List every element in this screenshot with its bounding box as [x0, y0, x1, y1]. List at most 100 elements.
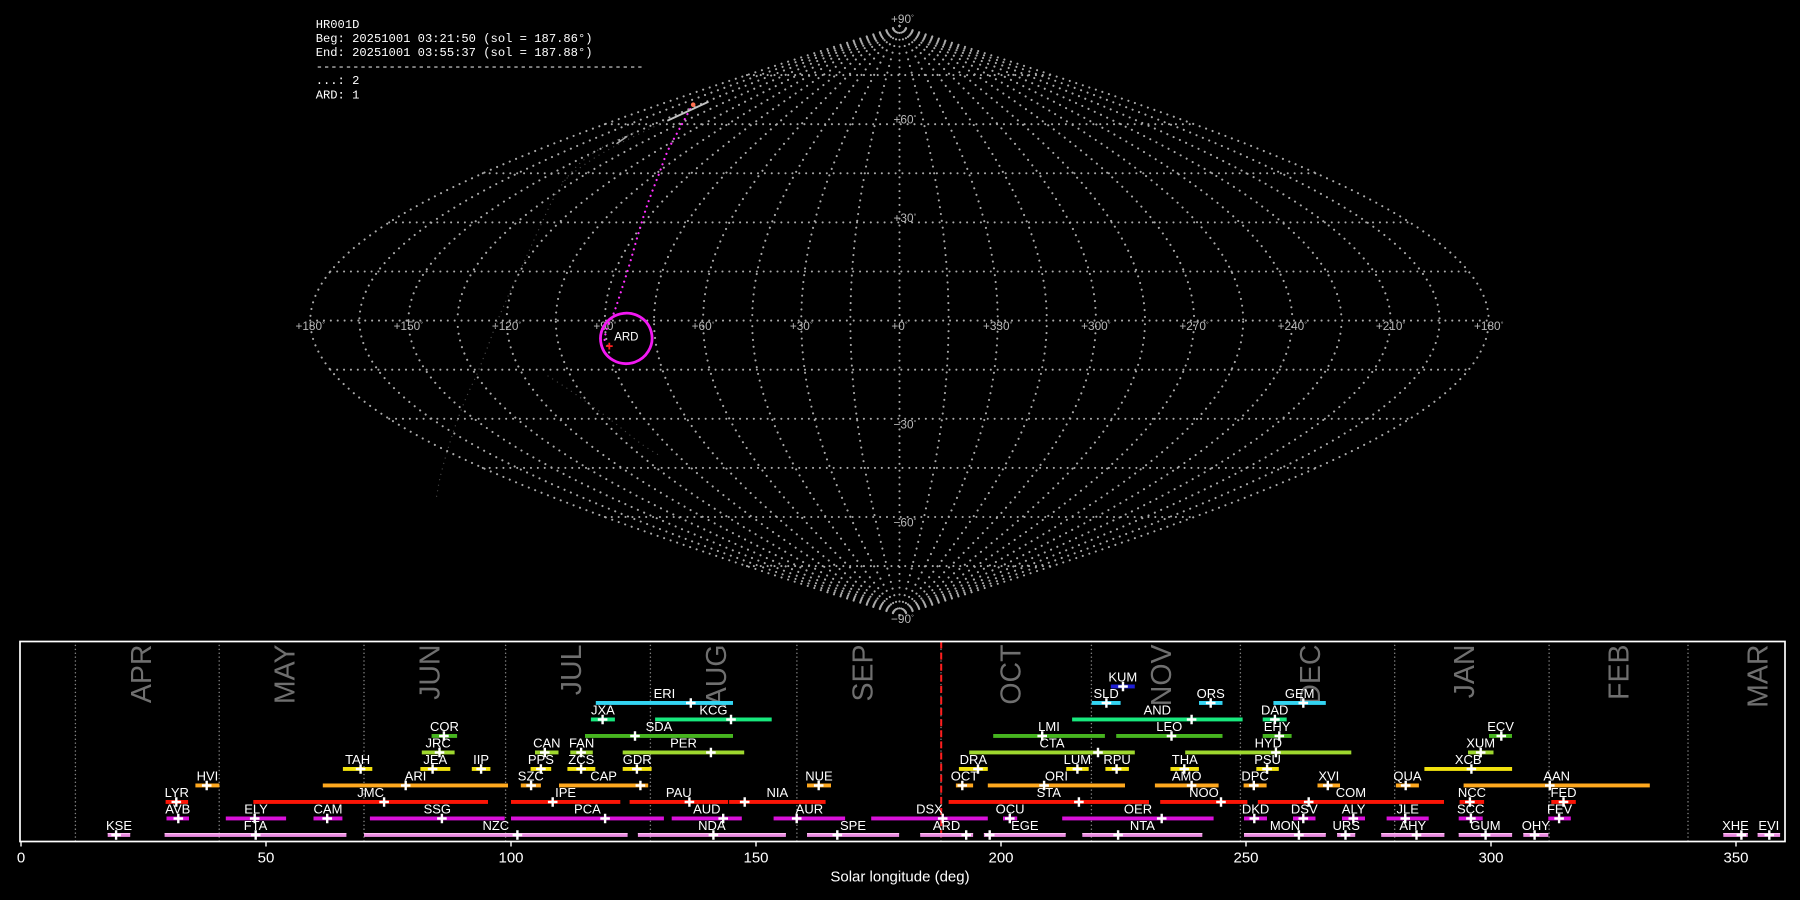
svg-text:EHY: EHY — [1264, 719, 1291, 734]
svg-text:NOV: NOV — [1146, 645, 1178, 707]
svg-text:NUE: NUE — [805, 768, 833, 783]
svg-text:ARD: ARD — [933, 818, 960, 833]
svg-text:OCT: OCT — [996, 645, 1028, 705]
svg-text:DSV: DSV — [1291, 801, 1318, 816]
svg-text:XCB: XCB — [1455, 752, 1482, 767]
svg-text:+180°: +180° — [295, 319, 325, 333]
svg-text:JAN: JAN — [1449, 645, 1481, 699]
svg-text:SPE: SPE — [840, 818, 866, 833]
svg-text:DRA: DRA — [960, 752, 988, 767]
svg-text:GDR: GDR — [623, 752, 652, 767]
svg-text:300: 300 — [1478, 850, 1503, 867]
svg-text:STA: STA — [1037, 785, 1062, 800]
svg-text:0: 0 — [17, 850, 25, 867]
svg-text:JUL: JUL — [556, 645, 588, 696]
svg-text:+60°: +60° — [894, 113, 917, 127]
svg-text:JMC: JMC — [357, 785, 384, 800]
svg-text:250: 250 — [1233, 850, 1258, 867]
svg-text:PSU: PSU — [1254, 752, 1281, 767]
svg-text:OCT: OCT — [951, 768, 979, 783]
svg-text:APR: APR — [126, 645, 158, 704]
svg-text:ARD: 1: ARD: 1 — [316, 88, 360, 102]
svg-text:FEB: FEB — [1604, 645, 1636, 700]
svg-text:EVI: EVI — [1758, 818, 1779, 833]
svg-text:AHY: AHY — [1399, 818, 1426, 833]
svg-text:OCU: OCU — [996, 801, 1025, 816]
svg-text:SCC: SCC — [1457, 801, 1484, 816]
svg-text:JXA: JXA — [591, 702, 615, 717]
svg-text:NOO: NOO — [1189, 785, 1219, 800]
svg-text:+90°: +90° — [891, 12, 914, 26]
svg-text:ECV: ECV — [1487, 719, 1514, 734]
svg-text:CTA: CTA — [1039, 735, 1064, 750]
svg-text:AUD: AUD — [693, 801, 720, 816]
svg-text:350: 350 — [1723, 850, 1748, 867]
svg-text:MON: MON — [1270, 818, 1300, 833]
svg-text:DAD: DAD — [1261, 702, 1288, 717]
svg-text:100: 100 — [498, 850, 523, 867]
svg-text:SEP: SEP — [847, 645, 879, 702]
svg-text:+300°: +300° — [1081, 319, 1111, 333]
svg-text:AAN: AAN — [1543, 768, 1570, 783]
svg-text:+30°: +30° — [894, 211, 917, 225]
svg-text:150: 150 — [743, 850, 768, 867]
svg-text:------------------------------: ----------------------------------------… — [316, 60, 644, 74]
svg-text:GEM: GEM — [1285, 686, 1315, 701]
svg-text:−90°: −90° — [891, 612, 914, 626]
svg-text:FAN: FAN — [569, 735, 594, 750]
svg-text:MAR: MAR — [1743, 645, 1775, 708]
svg-text:AUG: AUG — [701, 645, 733, 707]
svg-text:DSX: DSX — [916, 801, 943, 816]
svg-text:+150°: +150° — [394, 319, 424, 333]
svg-text:SDA: SDA — [646, 719, 673, 734]
svg-text:ZCS: ZCS — [568, 752, 594, 767]
svg-text:FTA: FTA — [244, 818, 268, 833]
svg-text:MAY: MAY — [270, 645, 302, 705]
svg-text:PPS: PPS — [528, 752, 554, 767]
svg-text:LMI: LMI — [1038, 719, 1060, 734]
svg-text:JEA: JEA — [423, 752, 447, 767]
svg-text:CAP: CAP — [590, 768, 617, 783]
svg-text:PER: PER — [670, 735, 697, 750]
svg-text:+270°: +270° — [1179, 319, 1209, 333]
svg-text:PCA: PCA — [574, 801, 601, 816]
svg-text:DKD: DKD — [1242, 801, 1269, 816]
svg-text:+30°: +30° — [790, 319, 813, 333]
svg-text:Beg: 20251001 03:21:50 (sol =: Beg: 20251001 03:21:50 (sol = 187.86°) — [316, 32, 593, 46]
svg-text:+330°: +330° — [983, 319, 1013, 333]
svg-text:IIP: IIP — [473, 752, 489, 767]
svg-text:URS: URS — [1332, 818, 1360, 833]
svg-text:+240°: +240° — [1278, 319, 1308, 333]
svg-text:KUM: KUM — [1108, 669, 1137, 684]
svg-text:HR001D: HR001D — [316, 18, 360, 32]
svg-text:ORS: ORS — [1197, 686, 1226, 701]
svg-text:200: 200 — [988, 850, 1013, 867]
svg-text:FED: FED — [1551, 785, 1577, 800]
svg-text:TAH: TAH — [345, 752, 370, 767]
svg-text:JLE: JLE — [1396, 801, 1419, 816]
svg-text:+210°: +210° — [1376, 319, 1406, 333]
svg-text:Solar longitude (deg): Solar longitude (deg) — [830, 869, 969, 886]
svg-text:+180°: +180° — [1474, 319, 1504, 333]
svg-text:JRC: JRC — [426, 735, 451, 750]
svg-text:LYR: LYR — [165, 785, 189, 800]
svg-text:+120°: +120° — [492, 319, 522, 333]
svg-text:50: 50 — [258, 850, 275, 867]
svg-text:EGE: EGE — [1011, 818, 1039, 833]
svg-text:CAM: CAM — [314, 801, 343, 816]
svg-text:HVI: HVI — [197, 768, 219, 783]
svg-text:GUM: GUM — [1470, 818, 1500, 833]
svg-text:NCC: NCC — [1458, 785, 1486, 800]
svg-text:KSE: KSE — [106, 818, 132, 833]
svg-text:LUM: LUM — [1064, 752, 1091, 767]
svg-text:NTA: NTA — [1130, 818, 1155, 833]
svg-text:FEV: FEV — [1547, 801, 1573, 816]
svg-text:COM: COM — [1336, 785, 1366, 800]
svg-text:RPU: RPU — [1103, 752, 1130, 767]
svg-text:CAN: CAN — [533, 735, 560, 750]
svg-text:COR: COR — [430, 719, 459, 734]
svg-text:ORI: ORI — [1045, 768, 1068, 783]
svg-text:...: 2: ...: 2 — [316, 74, 360, 88]
svg-text:ARD: ARD — [614, 332, 638, 344]
svg-text:PAU: PAU — [666, 785, 692, 800]
